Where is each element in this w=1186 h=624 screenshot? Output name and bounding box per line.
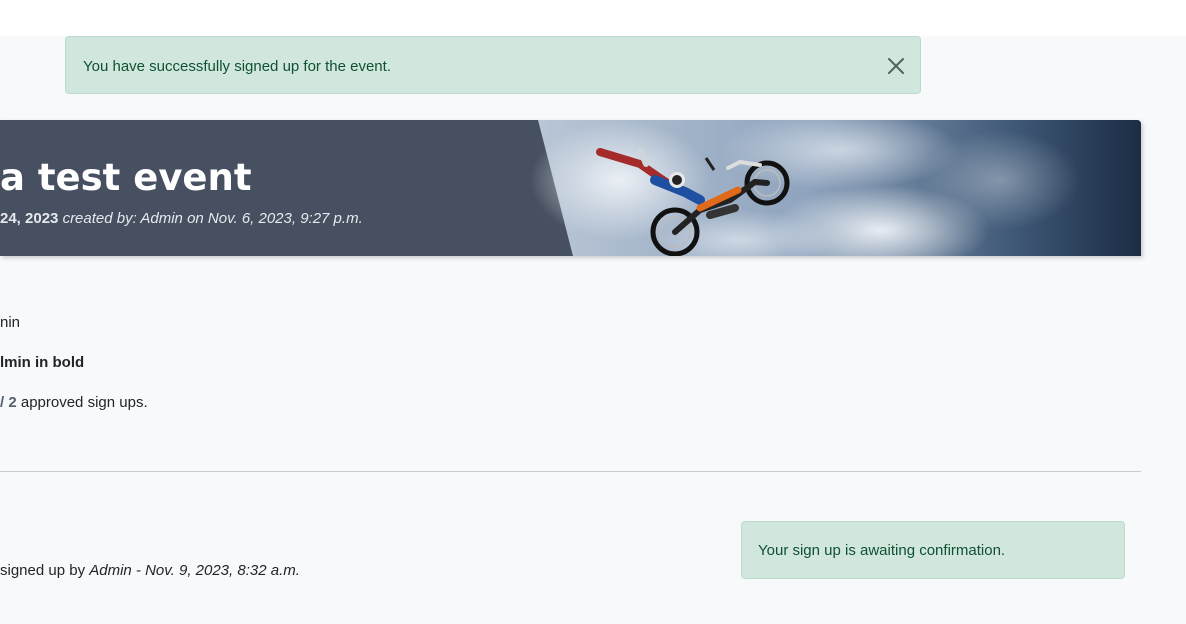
awaiting-confirmation-message: Your sign up is awaiting confirmation. <box>758 542 1006 559</box>
signup-entry: signed up by Admin - Nov. 9, 2023, 8:32 … <box>0 562 300 579</box>
success-alert: You have successfully signed up for the … <box>65 36 921 94</box>
approved-signups-count: / 2 approved sign ups. <box>0 394 148 411</box>
event-title: a test event <box>0 156 252 199</box>
event-detail-bold-line: lmin in bold <box>0 354 85 371</box>
close-icon[interactable] <box>886 56 906 76</box>
event-created-by: created by: Admin on Nov. 6, 2023, 9:27 … <box>62 210 363 227</box>
event-detail-line: nin <box>0 314 21 331</box>
event-header-banner: a test event 24, 2023 created by: Admin … <box>0 120 1141 256</box>
event-meta: 24, 2023 created by: Admin on Nov. 6, 20… <box>0 210 363 227</box>
signup-count-value: / 2 <box>0 394 17 411</box>
event-date: 24, 2023 <box>0 210 59 227</box>
top-navbar <box>0 0 1186 36</box>
awaiting-confirmation-alert: Your sign up is awaiting confirmation. <box>741 521 1125 579</box>
signup-user-and-date: Admin - Nov. 9, 2023, 8:32 a.m. <box>89 562 300 579</box>
success-alert-message: You have successfully signed up for the … <box>83 58 391 75</box>
section-divider <box>0 471 1141 472</box>
signup-count-label: approved sign ups. <box>16 394 148 411</box>
signup-prefix: signed up by <box>0 562 90 579</box>
